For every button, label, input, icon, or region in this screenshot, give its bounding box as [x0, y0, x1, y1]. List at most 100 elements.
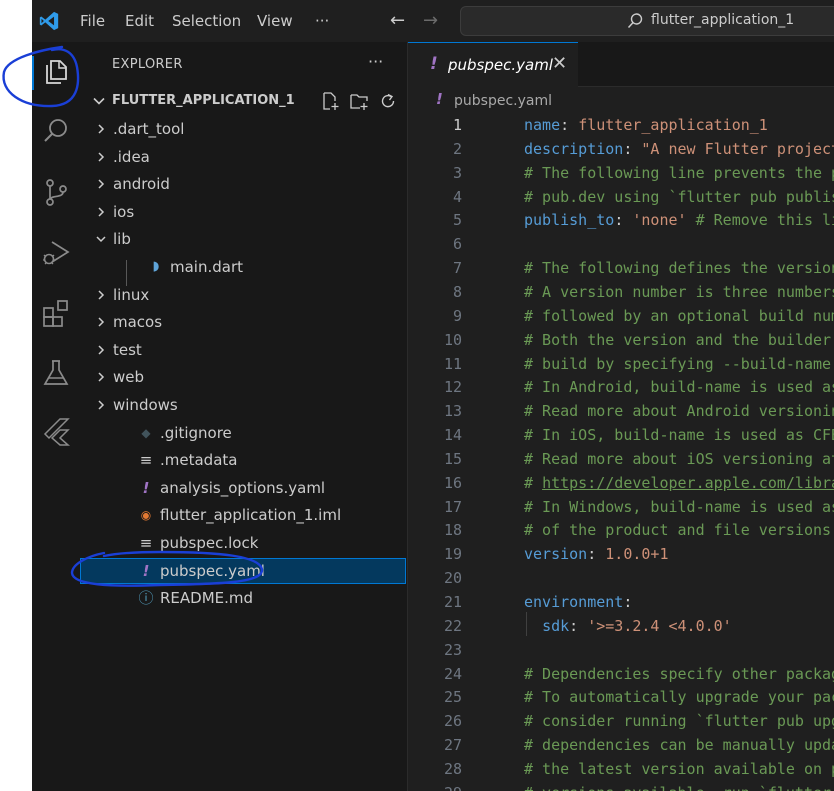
line-number: 4: [452, 187, 462, 206]
code-line[interactable]: 11 # build by specifying --build-name a: [408, 353, 834, 377]
workspace-name: FLUTTER_APPLICATION_1: [112, 93, 295, 108]
tree-item-label: android: [113, 175, 170, 194]
code-line[interactable]: 20: [408, 567, 834, 591]
tab-pubspec-yaml[interactable]: ! pubspec.yaml ✕: [408, 42, 578, 88]
tree-item[interactable]: ◗ main.dart: [80, 254, 406, 280]
tree-item[interactable]: .dart_tool: [80, 116, 406, 142]
code-line[interactable]: 27 # dependencies can be manually updat: [408, 734, 834, 758]
tree-item[interactable]: linux: [80, 282, 406, 308]
tree-item-label: .metadata: [160, 451, 238, 470]
code-line[interactable]: 4 # pub.dev using `flutter pub publish: [408, 186, 834, 210]
breadcrumb-item[interactable]: pubspec.yaml: [454, 93, 552, 109]
code-line[interactable]: 23: [408, 639, 834, 663]
flutter-icon[interactable]: [40, 415, 72, 447]
menu-more[interactable]: ···: [315, 12, 329, 30]
line-number: 3: [452, 163, 462, 182]
source-control-icon[interactable]: [40, 176, 72, 208]
menu-file[interactable]: File: [80, 12, 105, 30]
tree-item-label: windows: [113, 396, 178, 414]
tree-item[interactable]: ⓘ README.md: [80, 585, 406, 611]
code-line[interactable]: 16 # https://developer.apple.com/librar: [408, 472, 834, 496]
code-text: version: 1.0.0+1: [524, 545, 669, 564]
tree-item[interactable]: test: [80, 337, 406, 363]
code-line[interactable]: 17 # In Windows, build-name is used as: [408, 496, 834, 520]
menu-selection[interactable]: Selection: [172, 12, 241, 30]
indent-guide: [526, 612, 527, 636]
code-text: # Both the version and the builder n: [524, 330, 834, 349]
workspace-header[interactable]: FLUTTER_APPLICATION_1: [80, 89, 425, 113]
code-line[interactable]: 26 # consider running `flutter pub upgr: [408, 710, 834, 734]
info-icon: ⓘ: [138, 589, 154, 608]
line-number: 11: [443, 354, 462, 373]
more-actions-icon[interactable]: ···: [368, 52, 383, 71]
code-text: # Read more about iOS versioning at: [524, 449, 834, 468]
line-number: 10: [443, 330, 462, 349]
tree-item[interactable]: android: [80, 171, 406, 197]
search-icon[interactable]: [40, 115, 72, 147]
tree-item[interactable]: macos: [80, 309, 406, 335]
code-line[interactable]: 15 # Read more about iOS versioning at: [408, 448, 834, 472]
code-line[interactable]: 6: [408, 233, 834, 257]
code-line[interactable]: 25 # To automatically upgrade your pack: [408, 686, 834, 710]
line-number: 15: [443, 449, 462, 468]
forward-arrow-icon[interactable]: →: [423, 10, 438, 31]
code-line[interactable]: 13 # Read more about Android versioning: [408, 400, 834, 424]
line-number: 9: [452, 306, 462, 325]
code-line[interactable]: 29 # versions available, run `flutter p: [408, 782, 834, 791]
menu-edit[interactable]: Edit: [125, 12, 154, 30]
tree-item-label: ios: [113, 202, 135, 221]
code-line[interactable]: 12 # In Android, build-name is used as: [408, 376, 834, 400]
tree-item[interactable]: ! pubspec.yaml: [80, 557, 406, 584]
tree-item[interactable]: .idea: [80, 144, 406, 170]
new-file-icon[interactable]: [320, 91, 340, 111]
code-line[interactable]: 22 sdk: '>=3.2.4 <4.0.0': [408, 615, 834, 639]
code-line[interactable]: 8 # A version number is three numbers: [408, 281, 834, 305]
code-line[interactable]: 18 # of the product and file versions w: [408, 519, 834, 543]
code-line[interactable]: 10 # Both the version and the builder n: [408, 329, 834, 353]
code-line[interactable]: 5 publish_to: 'none' # Remove this lin: [408, 209, 834, 233]
back-arrow-icon[interactable]: ←: [390, 10, 405, 31]
code-line[interactable]: 19 version: 1.0.0+1: [408, 543, 834, 567]
code-text: sdk: '>=3.2.4 <4.0.0': [542, 616, 732, 635]
chevron-down-icon: [96, 236, 106, 243]
testing-icon[interactable]: [40, 357, 72, 389]
code-line[interactable]: 2 description: "A new Flutter project.: [408, 138, 834, 162]
code-line[interactable]: 1 name: flutter_application_1: [408, 114, 834, 138]
code-line[interactable]: 21 environment:: [408, 591, 834, 615]
tree-item[interactable]: ios: [80, 199, 406, 225]
code-line[interactable]: 24 # Dependencies specify other package: [408, 663, 834, 687]
extensions-icon[interactable]: [40, 297, 72, 329]
tree-item[interactable]: lib: [80, 226, 406, 252]
run-debug-icon[interactable]: [40, 236, 72, 268]
dart-icon: ◗: [152, 259, 160, 274]
refresh-icon[interactable]: [378, 91, 398, 111]
new-folder-icon[interactable]: [349, 91, 369, 111]
code-text: # Read more about Android versioning: [524, 402, 834, 421]
code-text: # dependencies can be manually updat: [524, 736, 834, 755]
title-bar: File Edit Selection View ··· ← → flutter…: [32, 0, 834, 42]
code-line[interactable]: 14 # In iOS, build-name is used as CFBu: [408, 424, 834, 448]
explorer-icon[interactable]: [40, 55, 72, 87]
tree-item[interactable]: ◆ .gitignore: [80, 420, 406, 446]
tree-item[interactable]: web: [80, 364, 406, 390]
tree-item[interactable]: ≡ .metadata: [80, 447, 406, 473]
tree-item[interactable]: ≡ pubspec.lock: [80, 530, 406, 556]
code-line[interactable]: 7 # The following defines the version: [408, 257, 834, 281]
tree-item[interactable]: ! analysis_options.yaml: [80, 475, 406, 501]
code-text: # followed by an optional build numb: [524, 306, 834, 325]
menu-view[interactable]: View: [257, 12, 293, 30]
tree-item[interactable]: ◉ flutter_application_1.iml: [80, 502, 406, 528]
tree-item[interactable]: windows: [80, 392, 406, 418]
code-line[interactable]: 9 # followed by an optional build numb: [408, 305, 834, 329]
activity-bar: [32, 42, 81, 791]
active-indicator: [32, 56, 34, 90]
line-number: 12: [443, 378, 462, 397]
code-text: # The following defines the version: [524, 259, 834, 278]
code-text: environment:: [524, 593, 633, 611]
command-center[interactable]: flutter_application_1: [460, 6, 834, 36]
line-number: 7: [452, 259, 462, 278]
code-line[interactable]: 3 # The following line prevents the pa: [408, 162, 834, 186]
code-line[interactable]: 28 # the latest version available on pu: [408, 758, 834, 782]
close-icon[interactable]: ✕: [552, 53, 567, 74]
line-number: 24: [443, 664, 462, 683]
